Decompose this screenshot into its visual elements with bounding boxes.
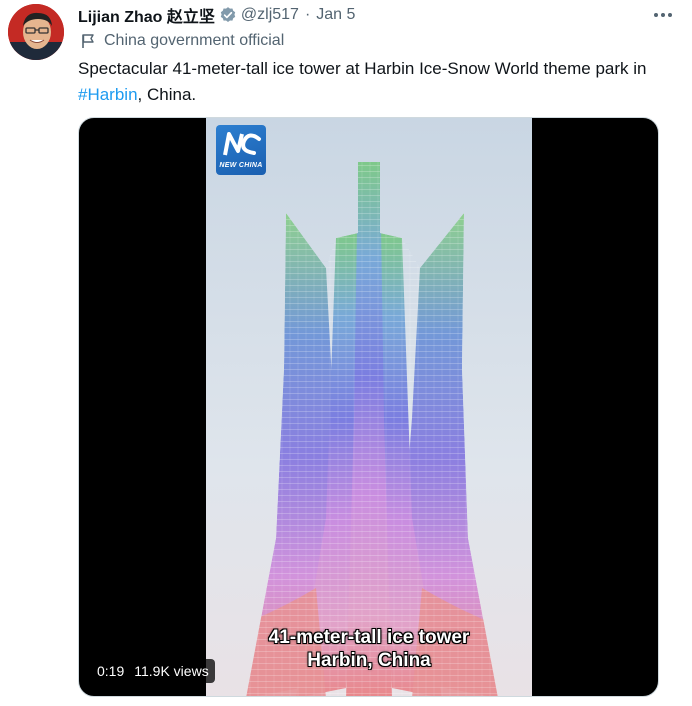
video-caption: 41-meter-tall ice tower Harbin, China	[206, 626, 532, 672]
tweet-header: Lijian Zhao 赵立坚 @zlj517 · Jan 5	[78, 4, 676, 26]
video-frame: NEW CHINA 41-meter-tall ice tower Harbin…	[206, 118, 532, 696]
ice-tower-image	[206, 118, 532, 696]
logo-text: NEW CHINA	[219, 162, 263, 169]
hashtag-link[interactable]: #Harbin	[78, 85, 138, 104]
video-info-badge: 0:19 11.9K views	[91, 659, 215, 683]
video-views: 11.9K views	[134, 663, 209, 679]
new-china-logo: NEW CHINA	[216, 125, 266, 175]
tweet-text-part1: Spectacular 41-meter-tall ice tower at H…	[78, 59, 647, 78]
avatar-photo	[8, 4, 64, 60]
tweet-date[interactable]: Jan 5	[316, 6, 355, 24]
tweet-text: Spectacular 41-meter-tall ice tower at H…	[78, 56, 674, 108]
author-handle[interactable]: @zlj517	[241, 6, 299, 24]
new-china-logo-icon	[223, 132, 261, 156]
separator-dot: ·	[304, 6, 311, 23]
caption-line-2: Harbin, China	[307, 650, 431, 671]
video-duration: 0:19	[97, 663, 125, 679]
video-player[interactable]: NEW CHINA 41-meter-tall ice tower Harbin…	[78, 117, 659, 697]
verified-badge-icon	[219, 6, 237, 24]
account-label-text: China government official	[104, 32, 285, 49]
author-name[interactable]: Lijian Zhao 赵立坚	[78, 3, 215, 27]
tweet-text-part2: , China.	[137, 85, 197, 104]
more-options-icon[interactable]	[652, 8, 674, 22]
account-label[interactable]: China government official	[80, 30, 284, 52]
flag-icon	[80, 33, 96, 49]
caption-line-1: 41-meter-tall ice tower	[268, 627, 470, 648]
avatar[interactable]	[8, 4, 64, 60]
